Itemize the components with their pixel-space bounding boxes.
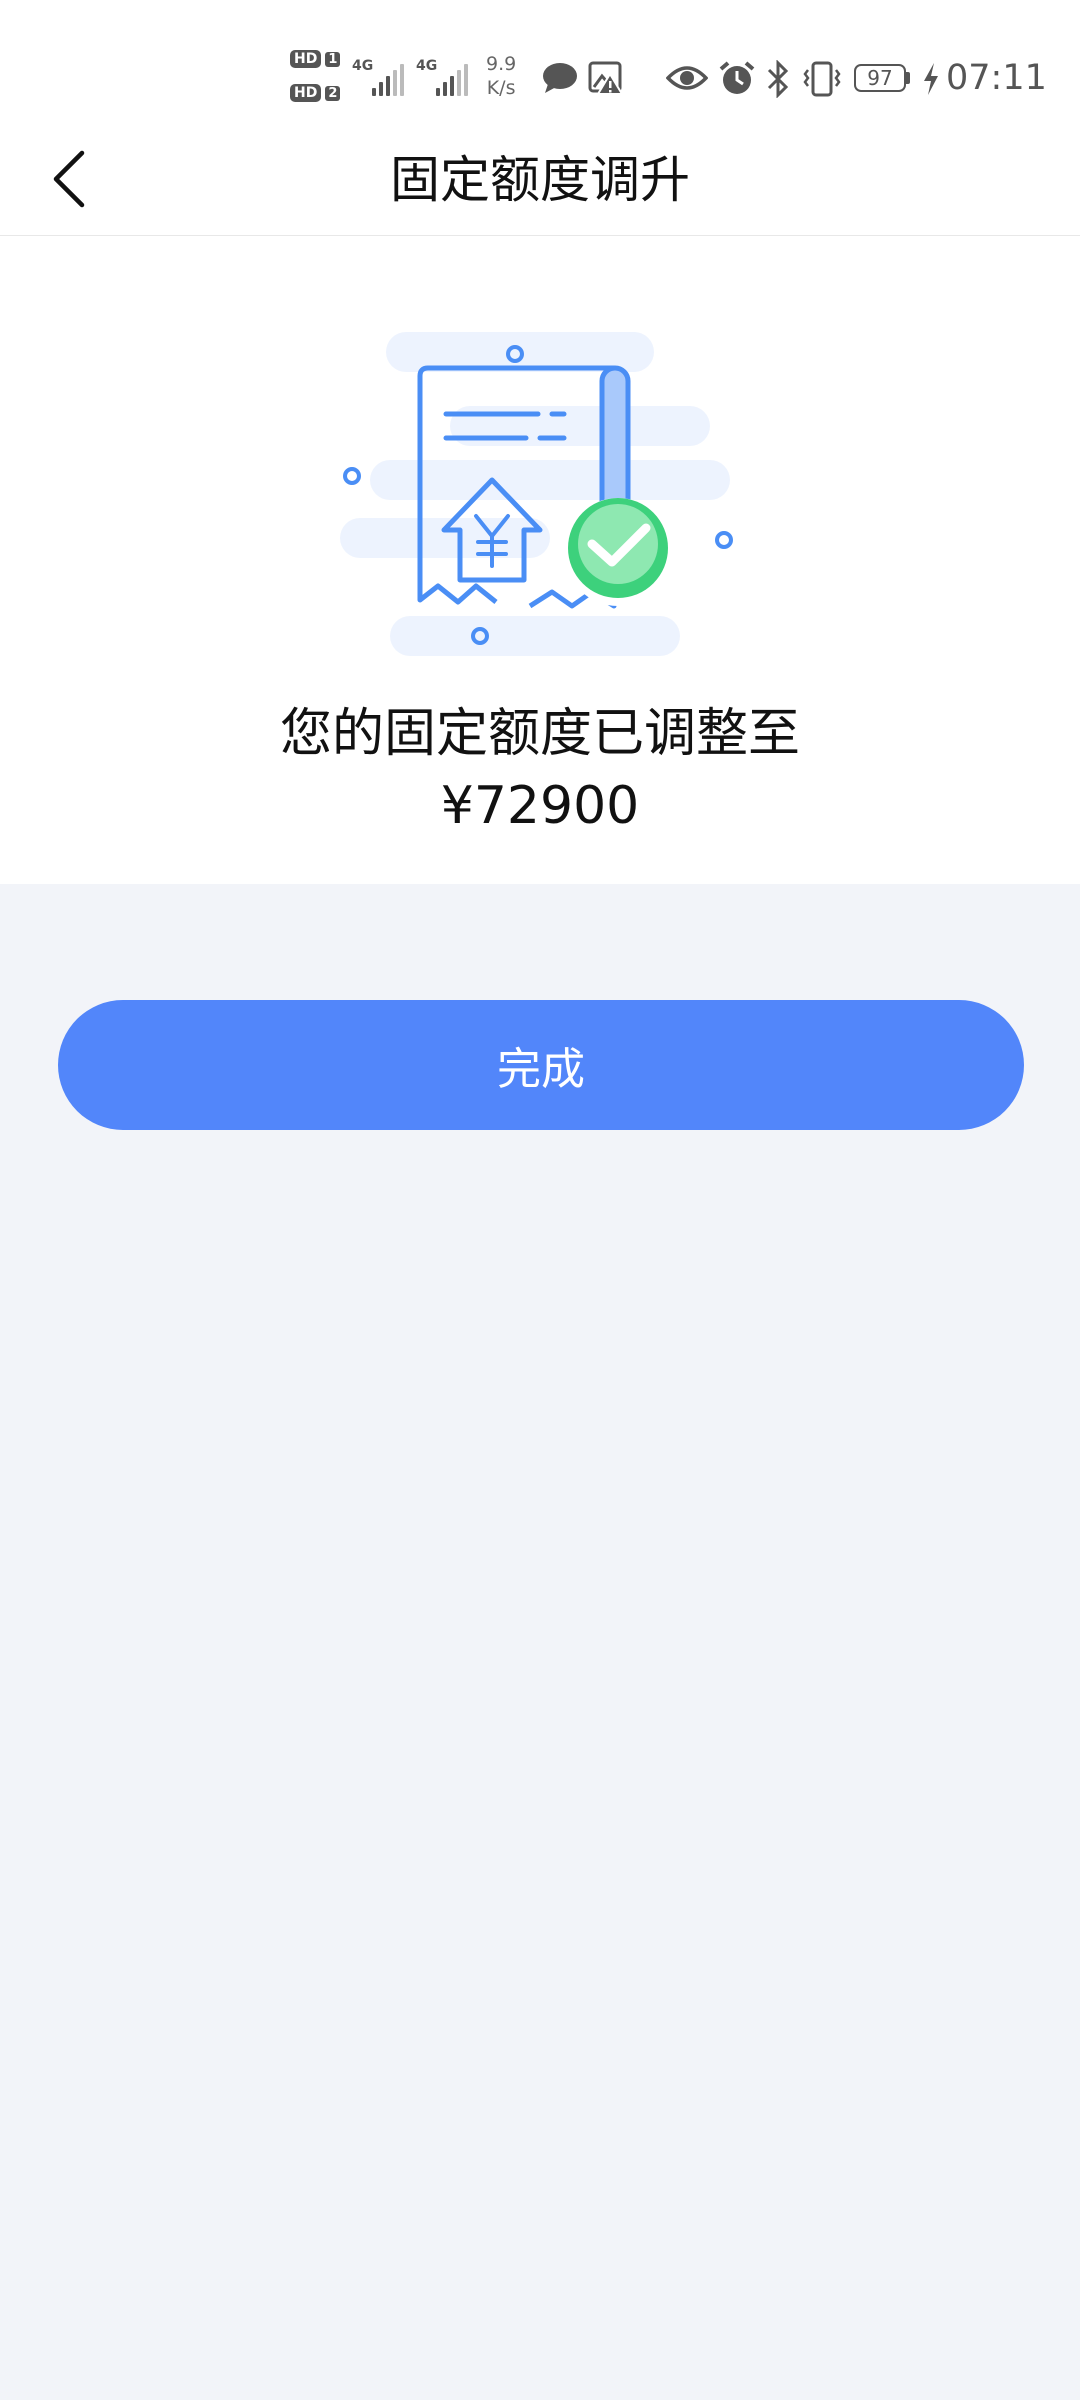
result-card: 您的固定额度已调整至 ¥72900	[0, 236, 1080, 884]
bluetooth-icon	[767, 60, 789, 98]
sim-number: 2	[325, 85, 341, 101]
sim1-hd-badge: HD 1	[290, 50, 341, 68]
image-warning-icon	[588, 61, 624, 95]
sim1-signal-icon	[372, 62, 404, 96]
status-bar: HD 1 HD 2 4G 4G 9.9 K/s 97 07:11	[0, 0, 1080, 125]
network-speed-unit: K/s	[486, 77, 516, 99]
alarm-icon	[719, 61, 755, 94]
battery-icon: 97	[854, 64, 910, 92]
sim-number: 1	[325, 51, 341, 67]
vibrate-icon	[803, 61, 841, 97]
decor-dot	[343, 467, 361, 485]
cloud-band	[370, 460, 730, 500]
done-button[interactable]: 完成	[58, 1000, 1024, 1130]
receipt-success-illustration	[340, 332, 733, 656]
sim2-network-type: 4G	[416, 58, 438, 74]
sim1-network-type: 4G	[352, 58, 374, 74]
eye-icon	[666, 66, 708, 90]
hd-label: HD	[290, 84, 322, 102]
battery-tip	[906, 72, 910, 84]
cloud-band	[340, 518, 550, 558]
clock: 07:11	[946, 58, 1047, 98]
sim2-hd-badge: HD 2	[290, 84, 341, 102]
decor-dot	[715, 531, 733, 549]
charging-icon	[924, 63, 938, 95]
battery-level: 97	[854, 64, 906, 92]
message-icon	[543, 63, 577, 93]
network-speed-value: 9.9	[486, 53, 517, 75]
result-message: 您的固定额度已调整至	[279, 704, 800, 764]
sim2-signal-icon	[436, 62, 468, 96]
nav-bar: 固定额度调升	[0, 125, 1080, 236]
cloud-band	[390, 616, 680, 656]
page-title: 固定额度调升	[390, 151, 690, 209]
hd-label: HD	[290, 50, 322, 68]
result-amount: ¥72900	[440, 776, 640, 836]
network-speed: 9.9 K/s	[486, 52, 516, 100]
